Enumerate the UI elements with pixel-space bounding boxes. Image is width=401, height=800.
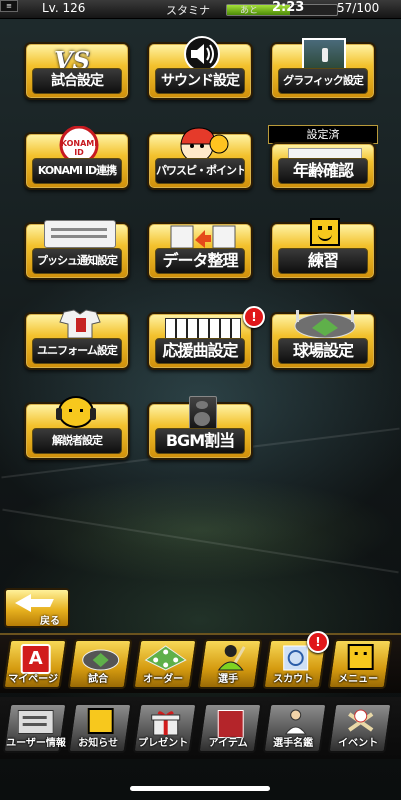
nav-user-info[interactable]: ユーザー情報 [2,703,68,753]
nav-mypage-label: マイページ [8,674,59,685]
konami-id-link-button[interactable]: KONAMI ID KONAMI ID連携 [24,125,130,190]
stamina-count: 57/100 [337,1,380,15]
stadium-settings-button[interactable]: 球場設定 [270,310,376,370]
age-confirm-label: 年齢確認 [278,158,368,184]
graphic-settings-label: グラフィック設定 [278,68,368,94]
nav-player-book-label: 選手名鑑 [273,738,314,749]
push-settings-label: プッシュ通知設定 [32,248,122,274]
nav-event-label: イベント [338,738,379,749]
home-indicator[interactable] [130,786,270,791]
nav-user-info-label: ユーザー情報 [6,738,66,749]
bgm-assign-button[interactable]: BGM割当 [147,396,253,460]
nav-players[interactable]: 選手 [197,639,263,689]
nav-scout-label: スカウト [273,674,314,685]
nav-order-label: オーダー [143,674,184,685]
notification-panel-icon [44,220,116,248]
nav-present-label: プレゼント [138,738,189,749]
practice-label: 練習 [278,248,368,274]
nav-player-book[interactable]: 選手名鑑 [262,703,328,753]
uniform-settings-button[interactable]: ユニフォーム設定 [24,309,130,370]
stamina-label: スタミナ [166,4,210,17]
nav-menu[interactable]: メニュー [327,639,393,689]
age-confirm-button[interactable]: 年齢確認 [270,142,376,190]
nav-match[interactable]: 試合 [67,639,133,689]
commentator-settings-label: 解説者設定 [32,428,122,454]
background-field [0,470,401,590]
remaining-label: あと [240,6,259,16]
pawapoint-button[interactable]: パワスピ・ポイント [147,127,253,190]
cheer-song-button[interactable]: ! 応援曲設定 [147,306,265,370]
konami-id-link-label: KONAMI ID連携 [32,158,122,184]
commentator-settings-button[interactable]: 解説者設定 [24,396,130,460]
nav-players-label: 選手 [218,674,239,685]
nav-order[interactable]: オーダー [132,639,198,689]
data-organize-button[interactable]: データ整理 [147,222,253,280]
back-arrow-tail [26,599,54,607]
status-corner-icon: ≡ [0,0,18,12]
sub-nav: ユーザー情報 お知らせ プレゼント アイテム 選手名鑑 イベント [0,697,401,759]
nav-notice-label: お知らせ [78,738,119,749]
nav-present[interactable]: プレゼント [132,703,198,753]
graphic-preview-icon [302,38,346,70]
nav-match-label: 試合 [88,674,109,685]
scout-alert-badge: ! [307,631,329,653]
sound-settings-button[interactable]: サウンド設定 [147,36,253,100]
data-organize-label: データ整理 [155,248,245,274]
practice-face-icon [310,218,340,246]
main-nav: A マイページ 試合 オーダー 選手 スカウト ! メニュー [0,631,401,693]
stadium-settings-label: 球場設定 [278,338,368,364]
stamina-timer: 2:23 [272,0,305,15]
headset-icon [56,396,96,428]
graphic-settings-button[interactable]: グラフィック設定 [270,38,376,100]
nav-mypage[interactable]: A マイページ [2,639,68,689]
nav-item-label: アイテム [208,738,248,749]
status-bar: ≡ Lv. 126 スタミナ あと 2:23 57/100 [0,0,401,19]
cheer-song-alert-badge: ! [243,306,265,328]
nav-item[interactable]: アイテム [197,703,263,753]
bgm-assign-label: BGM割当 [155,428,245,454]
nav-event[interactable]: イベント [327,703,393,753]
practice-button[interactable]: 練習 [270,218,376,280]
cheer-song-label: 応援曲設定 [155,338,245,364]
nav-notice[interactable]: お知らせ [67,703,133,753]
player-level: Lv. 126 [42,1,86,15]
pawapoint-label: パワスピ・ポイント [155,158,245,184]
back-label: 戻る [40,616,60,627]
sound-settings-label: サウンド設定 [155,68,245,94]
back-button[interactable]: 戻る [4,588,70,628]
speaker-cabinet-icon [189,396,217,432]
match-settings-label: 試合設定 [32,68,122,94]
uniform-settings-label: ユニフォーム設定 [32,338,122,364]
match-settings-button[interactable]: VS 試合設定 [24,42,130,100]
nav-menu-label: メニュー [338,674,379,685]
konami-logo-text: KONAMI ID [60,139,98,157]
push-settings-button[interactable]: プッシュ通知設定 [24,220,130,280]
